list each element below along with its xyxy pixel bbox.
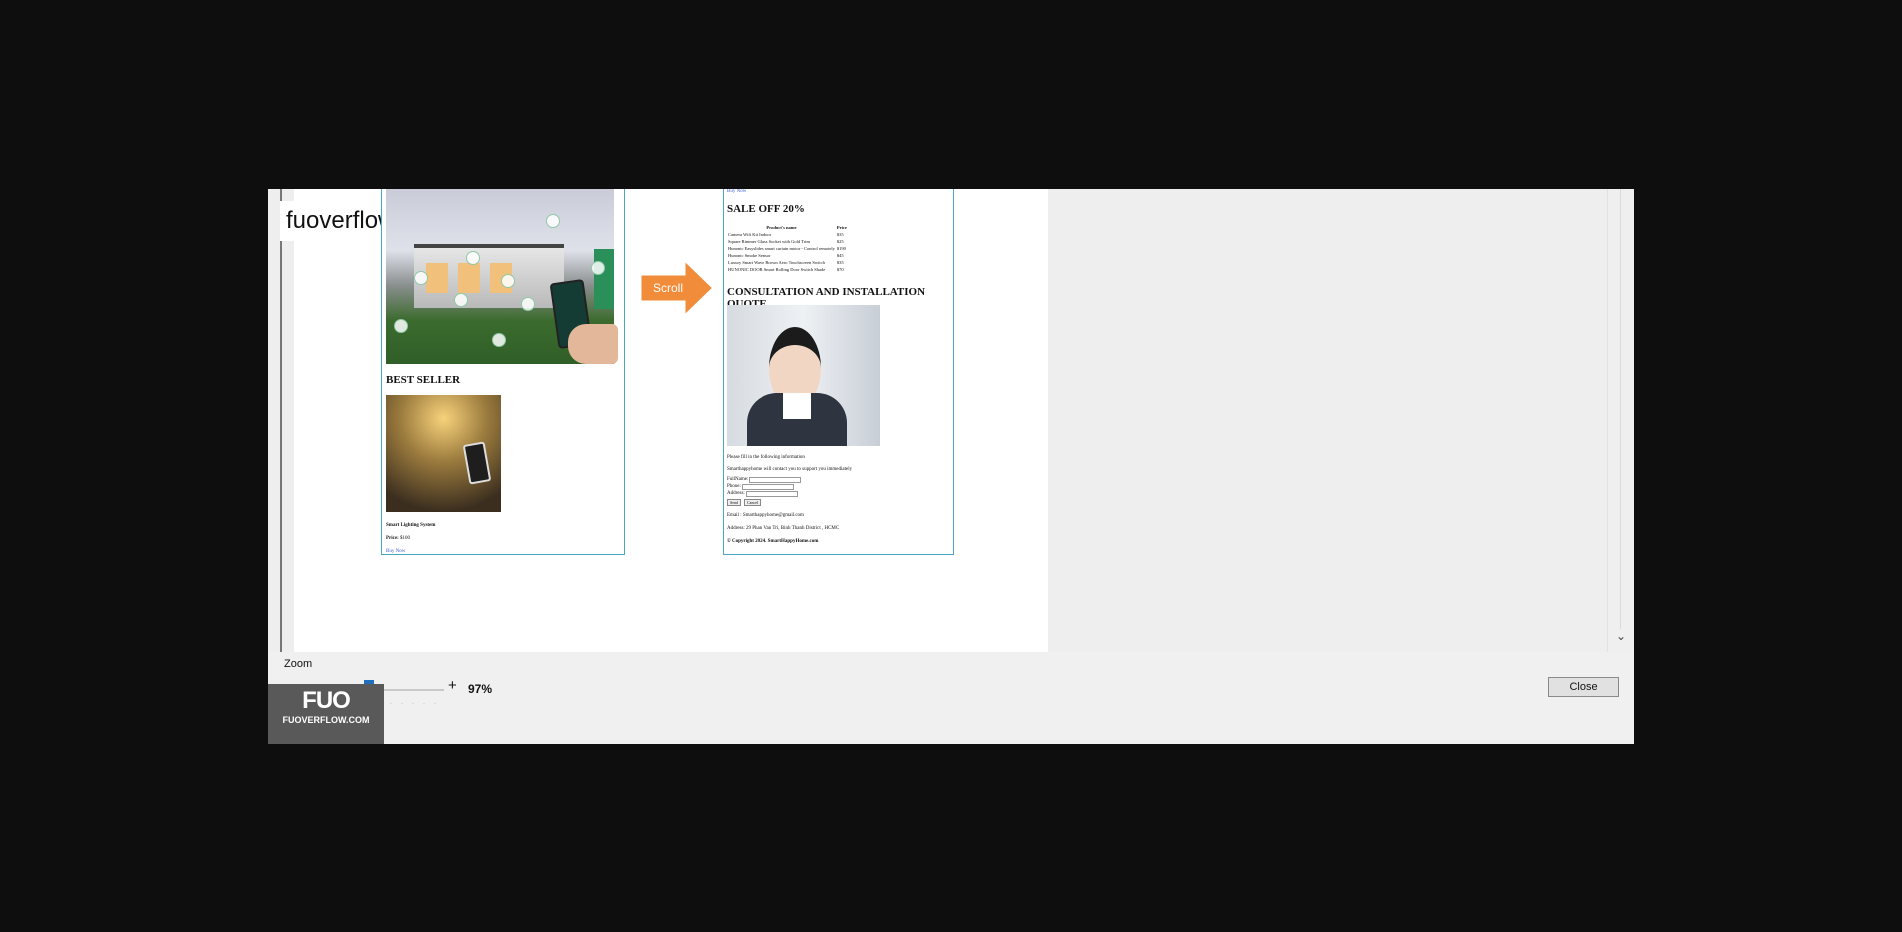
phone-row: Phone: — [727, 484, 794, 490]
zoom-label: Zoom — [284, 658, 313, 670]
top-buy-now-link[interactable]: Buy Now — [727, 189, 746, 195]
support-operator-image — [727, 305, 880, 446]
fullname-field[interactable] — [749, 477, 802, 483]
copyright-text: © Copyright 2024. SmartHappyHome.com — [727, 539, 819, 544]
table-row: Camera Wifi Kit Indoor $35 — [728, 232, 844, 237]
table-header-price: Price — [836, 225, 847, 230]
fullname-label: FullName: — [727, 477, 749, 482]
address-row: Address: — [727, 491, 798, 497]
vertical-scrollbar[interactable]: ⌄ — [1607, 189, 1634, 652]
table-row: Hunonic Easyslides smart curtain motor -… — [728, 246, 846, 251]
cancel-button[interactable]: Cancel — [744, 499, 762, 506]
scrollbar-track[interactable] — [1620, 189, 1621, 629]
watermark-site: FUOVERFLOW.COM — [282, 715, 370, 725]
watermark-mark: FUO — [302, 687, 351, 714]
product-name: Smart Lighting System — [386, 523, 436, 528]
send-button[interactable]: Send — [727, 499, 741, 506]
price-table: Product's name Price Camera Wifi Kit Ind… — [727, 224, 848, 273]
smart-lighting-image — [386, 395, 501, 512]
table-row: HUNONIC DOOR Smart Rolling Door Switch S… — [728, 267, 844, 272]
form-intro-line-1: Please fill in the following information — [727, 455, 805, 460]
left-document-page: BEST SELLER Smart Lighting System Price:… — [381, 189, 625, 555]
fullname-row: FullName: — [727, 477, 802, 483]
phone-label: Phone: — [727, 484, 741, 489]
buy-now-link[interactable]: Buy Now — [386, 549, 405, 555]
address-label: Address: — [727, 491, 745, 496]
table-row: Hunonic Smoke Sensor $45 — [728, 253, 844, 258]
close-button[interactable]: Close — [1548, 677, 1619, 697]
table-header-row: Product's name Price — [727, 224, 848, 231]
chevron-down-icon[interactable]: ⌄ — [1614, 629, 1628, 643]
contact-email: Email : Smarthappyhome@gmail.com — [727, 513, 804, 518]
scroll-label: Scroll — [653, 281, 683, 295]
table-row: Luxury Smart Wave Brown Aero Touchscreen… — [728, 260, 844, 265]
contact-address: Address: 29 Phan Van Tri, Binh Thanh Dis… — [727, 526, 840, 531]
smart-house-image — [386, 189, 618, 364]
preview-viewport[interactable]: fuoverflow BEST SELLER Smart Lighting Sy… — [268, 189, 1634, 652]
zoom-value: 97% — [468, 682, 493, 696]
page-margin-line — [280, 189, 282, 652]
best-seller-heading: BEST SELLER — [386, 374, 461, 386]
print-preview-window: fuoverflow BEST SELLER Smart Lighting Sy… — [268, 189, 1634, 744]
table-row: Square Rimmer Glass Socket with Gold Tri… — [728, 239, 844, 244]
form-buttons: Send Cancel — [727, 499, 763, 506]
address-field[interactable] — [745, 491, 798, 497]
phone-field[interactable] — [741, 484, 794, 490]
table-header-name: Product's name — [766, 225, 797, 230]
zoom-in-button[interactable]: + — [448, 677, 457, 694]
fuoverflow-watermark: FUO FUOVERFLOW.COM — [268, 684, 384, 744]
right-document-page: Buy Now SALE OFF 20% Product's name Pric… — [723, 189, 954, 555]
sale-heading: SALE OFF 20% — [727, 203, 805, 215]
product-price: Price: $100 — [386, 536, 411, 541]
form-intro-line-2: Smarthappyhome will contact you to suppo… — [727, 467, 853, 472]
scroll-arrow-icon: Scroll — [638, 257, 716, 319]
